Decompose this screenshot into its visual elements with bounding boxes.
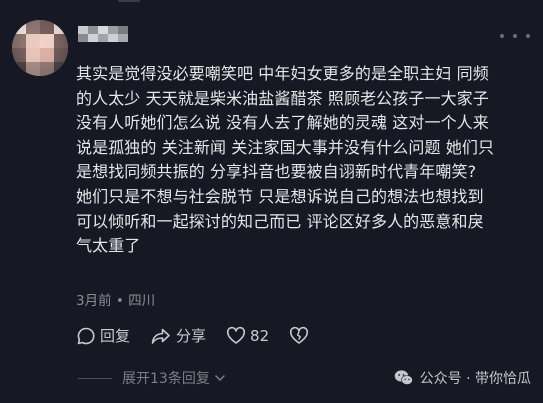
expand-replies-label: 展开13条回复 [122,371,210,387]
avatar-image [12,20,68,76]
dot-icon [500,34,504,38]
share-button[interactable]: 分享 [150,325,206,346]
dot-icon [526,34,530,38]
dot-icon [513,34,517,38]
share-label: 分享 [176,327,207,345]
watermark-label: 公众号 · 带你恰瓜 [419,371,531,387]
comment-actions: 回复 分享 82 [76,325,333,346]
expand-replies-button[interactable]: 展开13条回复 [78,368,226,388]
comment-line: 是想找同频共振的 分享抖音也要被自诩新时代青年嘲笑? [76,162,477,182]
heart-icon [227,326,246,344]
more-options-button[interactable] [500,26,530,46]
broken-heart-icon [290,326,309,344]
comment-text: 其实是觉得没必要嘲笑吧 中年妇女更多的是全职主妇 同频 的人太少 天天就是柴米油… [76,62,526,259]
reply-button[interactable]: 回复 [76,325,130,346]
wechat-icon [394,370,413,385]
comment-line: 没有人听她们怎么说 没有人去了解她的灵魂 这对一个人来 [76,113,489,133]
comment-line: 的人太少 天天就是柴米油盐酱醋茶 照顾老公孩子一大家子 [76,88,489,108]
dislike-button[interactable] [289,326,313,346]
comment-line: 可以倾听和一起探讨的知己而已 评论区好多人的恶意和戾 [76,211,484,231]
comment-line: 气太重了 [76,236,141,256]
avatar[interactable] [12,20,68,76]
comment-bubble-icon [77,327,95,344]
wechat-watermark: 公众号 · 带你恰瓜 [394,368,531,388]
username-redacted[interactable] [78,26,128,42]
like-button[interactable]: 82 [226,326,269,346]
like-count: 82 [250,326,270,345]
reply-label: 回复 [100,327,131,345]
comment-line: 其实是觉得没必要嘲笑吧 中年妇女更多的是全职主妇 同频 [76,64,489,83]
chevron-down-icon [215,375,225,381]
previous-item-stub [118,0,140,2]
share-arrow-icon [151,328,170,344]
divider-line [78,377,112,379]
comment-time-location: 3月前 • 四川 [76,293,156,309]
comment-line: 她们只是不想与社会脱节 只是想诉说自己的想法也想找到 [76,186,484,206]
comment-line: 说是孤独的 关注新闻 关注家国大事并没有什么问题 她们只 [76,137,495,157]
